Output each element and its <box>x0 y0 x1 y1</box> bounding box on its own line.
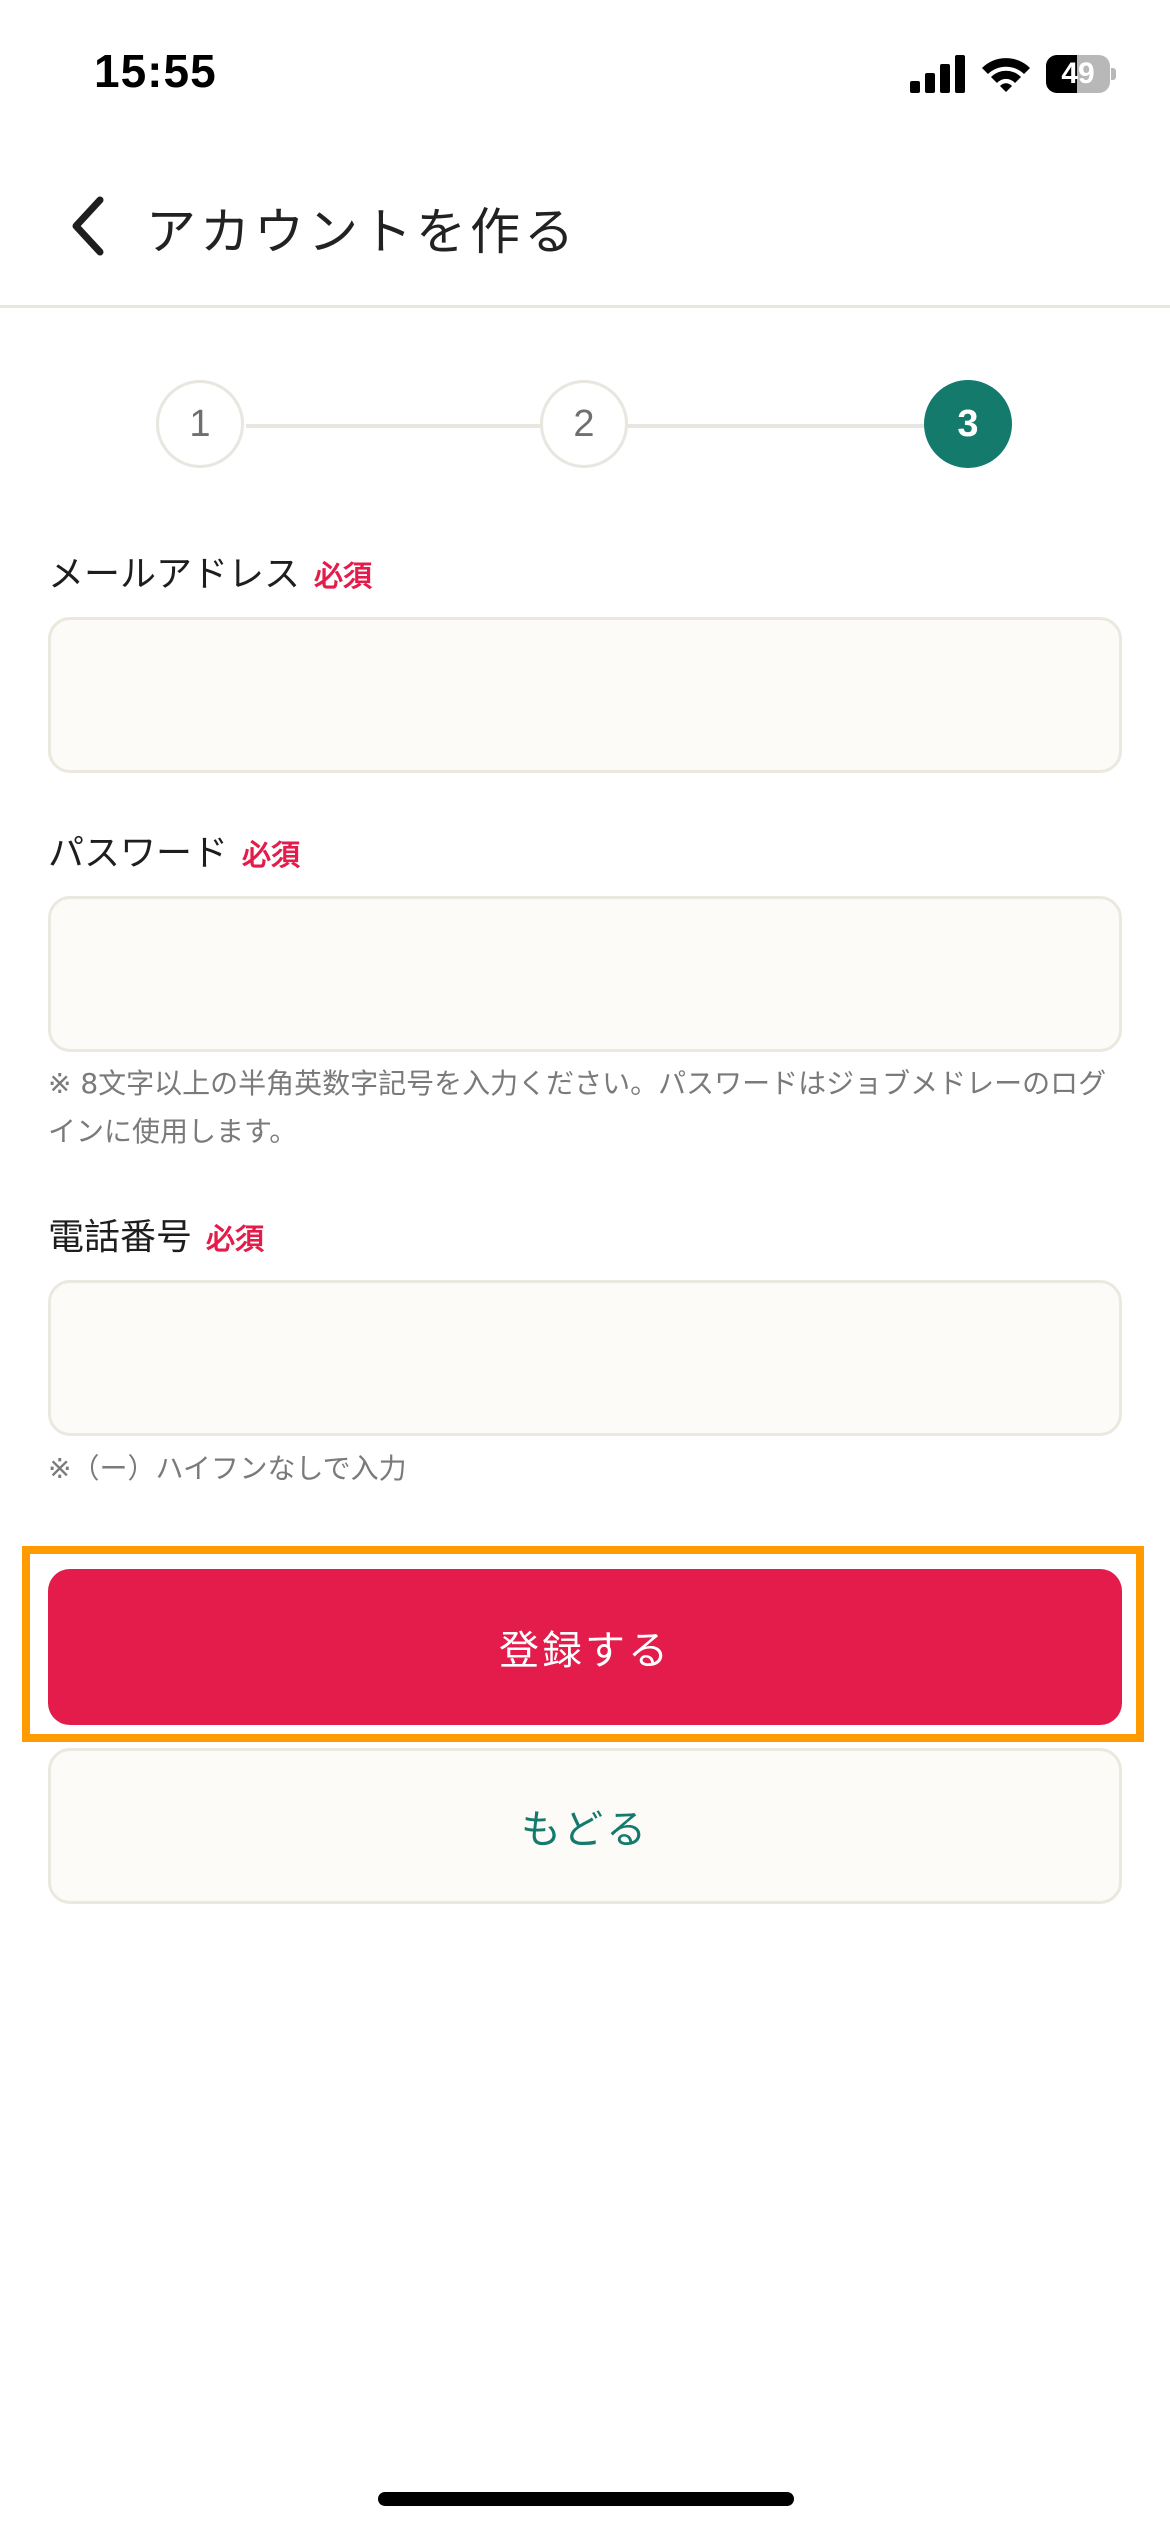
step-2: 2 <box>540 380 628 468</box>
required-badge: 必須 <box>206 1222 265 1256</box>
password-hint: ※ 8文字以上の半角英数字記号を入力ください。パスワードはジョブメドレーのログイ… <box>48 1067 1107 1148</box>
status-icons: 49 <box>910 52 1116 96</box>
email-label: メールアドレス 必須 <box>48 545 372 597</box>
status-time: 15:55 <box>94 45 217 97</box>
back-step-button[interactable]: もどる <box>48 1748 1122 1904</box>
battery-level: 49 <box>1061 57 1095 90</box>
phone-label-text: 電話番号 <box>48 1217 193 1258</box>
password-field[interactable] <box>48 896 1122 1052</box>
required-badge: 必須 <box>314 559 373 593</box>
cellular-signal-icon <box>910 55 965 93</box>
email-label-text: メールアドレス <box>48 554 301 595</box>
required-badge: 必須 <box>242 838 301 872</box>
password-label-text: パスワード <box>48 833 229 874</box>
phone-field[interactable] <box>48 1280 1122 1436</box>
step-3-active: 3 <box>924 380 1012 468</box>
chevron-left-icon <box>72 196 104 256</box>
step-1: 1 <box>156 380 244 468</box>
wifi-icon <box>982 58 1030 92</box>
status-bar: 15:55 49 <box>0 0 1170 150</box>
progress-stepper: 1 2 3 <box>0 380 1170 472</box>
email-field[interactable] <box>48 617 1122 773</box>
phone-label: 電話番号 必須 <box>48 1208 264 1260</box>
password-label: パスワード 必須 <box>48 824 300 876</box>
step-connector <box>246 424 540 428</box>
battery-icon: 49 <box>1046 55 1116 93</box>
back-button[interactable] <box>48 186 128 266</box>
page-title: アカウントを作る <box>146 203 578 261</box>
app-header: アカウントを作る <box>0 150 1170 308</box>
register-button[interactable]: 登録する <box>48 1569 1122 1725</box>
phone-hint: ※（ー）ハイフンなしで入力 <box>48 1452 407 1485</box>
step-connector <box>628 424 924 428</box>
home-indicator <box>378 2492 794 2506</box>
